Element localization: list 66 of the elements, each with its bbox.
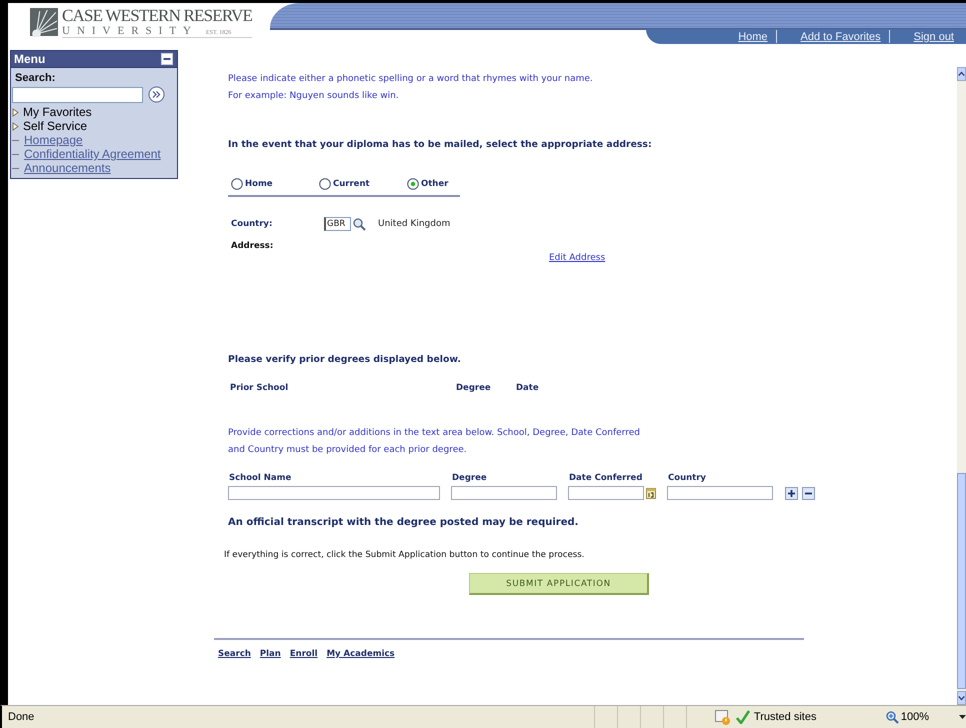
radio-icon[interactable] (319, 178, 331, 190)
menu-title: Menu (14, 52, 46, 66)
menu-folder[interactable]: Self Service (23, 119, 88, 133)
field-label: Country: (231, 219, 274, 229)
footer-link[interactable]: Enroll (290, 649, 318, 659)
text-field[interactable] (667, 486, 773, 500)
instruction-text: If everything is correct, click the Submit Application button to continue the process. (224, 550, 586, 560)
university-name: CASE WESTERN RESERVE (62, 6, 252, 24)
footer-link[interactable]: Search (218, 649, 251, 659)
footer-link[interactable]: My Academics (326, 649, 395, 659)
calendar-icon[interactable] (646, 487, 656, 499)
search-icon[interactable] (353, 218, 366, 230)
header-link[interactable]: Add to Favorites (776, 30, 889, 42)
column-header: Country (667, 473, 707, 483)
column-header: Degree (451, 473, 488, 483)
checkmark-icon (736, 710, 750, 724)
scrollbar[interactable] (957, 67, 966, 705)
column-header: School Name (228, 473, 292, 483)
address-radio[interactable]: Home (231, 178, 319, 190)
instruction-text: Please indicate either a phonetic spelling or a word that rhymes with your name. (228, 73, 594, 86)
dropdown-caret-icon[interactable] (959, 715, 966, 719)
zoom-icon[interactable] (886, 710, 899, 724)
text-field[interactable] (228, 486, 440, 500)
edit-address-link[interactable]: Edit Address (549, 253, 606, 263)
field-label: Address: (231, 241, 274, 253)
column-header: Prior School (230, 383, 290, 393)
instruction-text: Provide corrections and/or additions in the text area below. School, Degree, Date Conferred (228, 427, 641, 440)
instruction-text: For example: Nguyen sounds like win. (228, 90, 400, 103)
zoom-level[interactable]: 100% (900, 711, 929, 723)
menu-link[interactable]: Announcements (24, 161, 111, 175)
section-heading: In the event that your diploma has to be mailed, select the appropriate address: (228, 138, 653, 152)
popup-warning-icon[interactable] (714, 709, 730, 725)
header-link[interactable]: Sign out (890, 30, 962, 42)
university-subtitle: UNIVERSITY (62, 24, 198, 36)
scroll-thumb[interactable] (957, 473, 966, 689)
add-row-icon[interactable] (785, 486, 798, 500)
menu-folder[interactable]: My Favorites (23, 105, 92, 119)
column-header: Date Conferred (568, 473, 644, 483)
remove-row-icon[interactable] (802, 486, 815, 500)
search-label: Search: (14, 72, 56, 84)
radio-icon[interactable] (231, 178, 243, 190)
notice-text: An official transcript with the degree posted may be required. (228, 516, 580, 530)
header-link[interactable]: Home (714, 30, 776, 42)
submit-button[interactable]: SUBMIT APPLICATION (469, 573, 649, 595)
instruction-text: and Country must be provided for each prior degree. (228, 444, 468, 457)
country-name: United Kingdom (378, 219, 450, 229)
text-field[interactable] (451, 486, 557, 500)
search-field[interactable] (12, 86, 143, 102)
column-header: Date (516, 383, 539, 393)
collapse-icon[interactable] (161, 53, 173, 65)
address-radio[interactable]: Other (407, 178, 448, 190)
text-field[interactable] (568, 486, 644, 500)
logo-sunburst-icon (30, 7, 58, 37)
scroll-up-icon[interactable] (957, 67, 966, 81)
scroll-down-icon[interactable] (957, 691, 966, 705)
menu-link[interactable]: Confidentiality Agreement (24, 147, 161, 161)
go-icon[interactable] (148, 86, 165, 103)
column-header: Degree (456, 383, 492, 393)
country-code-field[interactable]: GBR (324, 217, 351, 231)
status-text: Done (7, 711, 36, 723)
footer-link[interactable]: Plan (260, 649, 281, 659)
radio-icon[interactable] (407, 178, 419, 190)
section-heading: Please verify prior degrees displayed below. (228, 353, 462, 367)
security-zone: Trusted sites (754, 711, 818, 723)
address-radio[interactable]: Current (319, 178, 407, 190)
menu-link[interactable]: Homepage (24, 133, 83, 147)
